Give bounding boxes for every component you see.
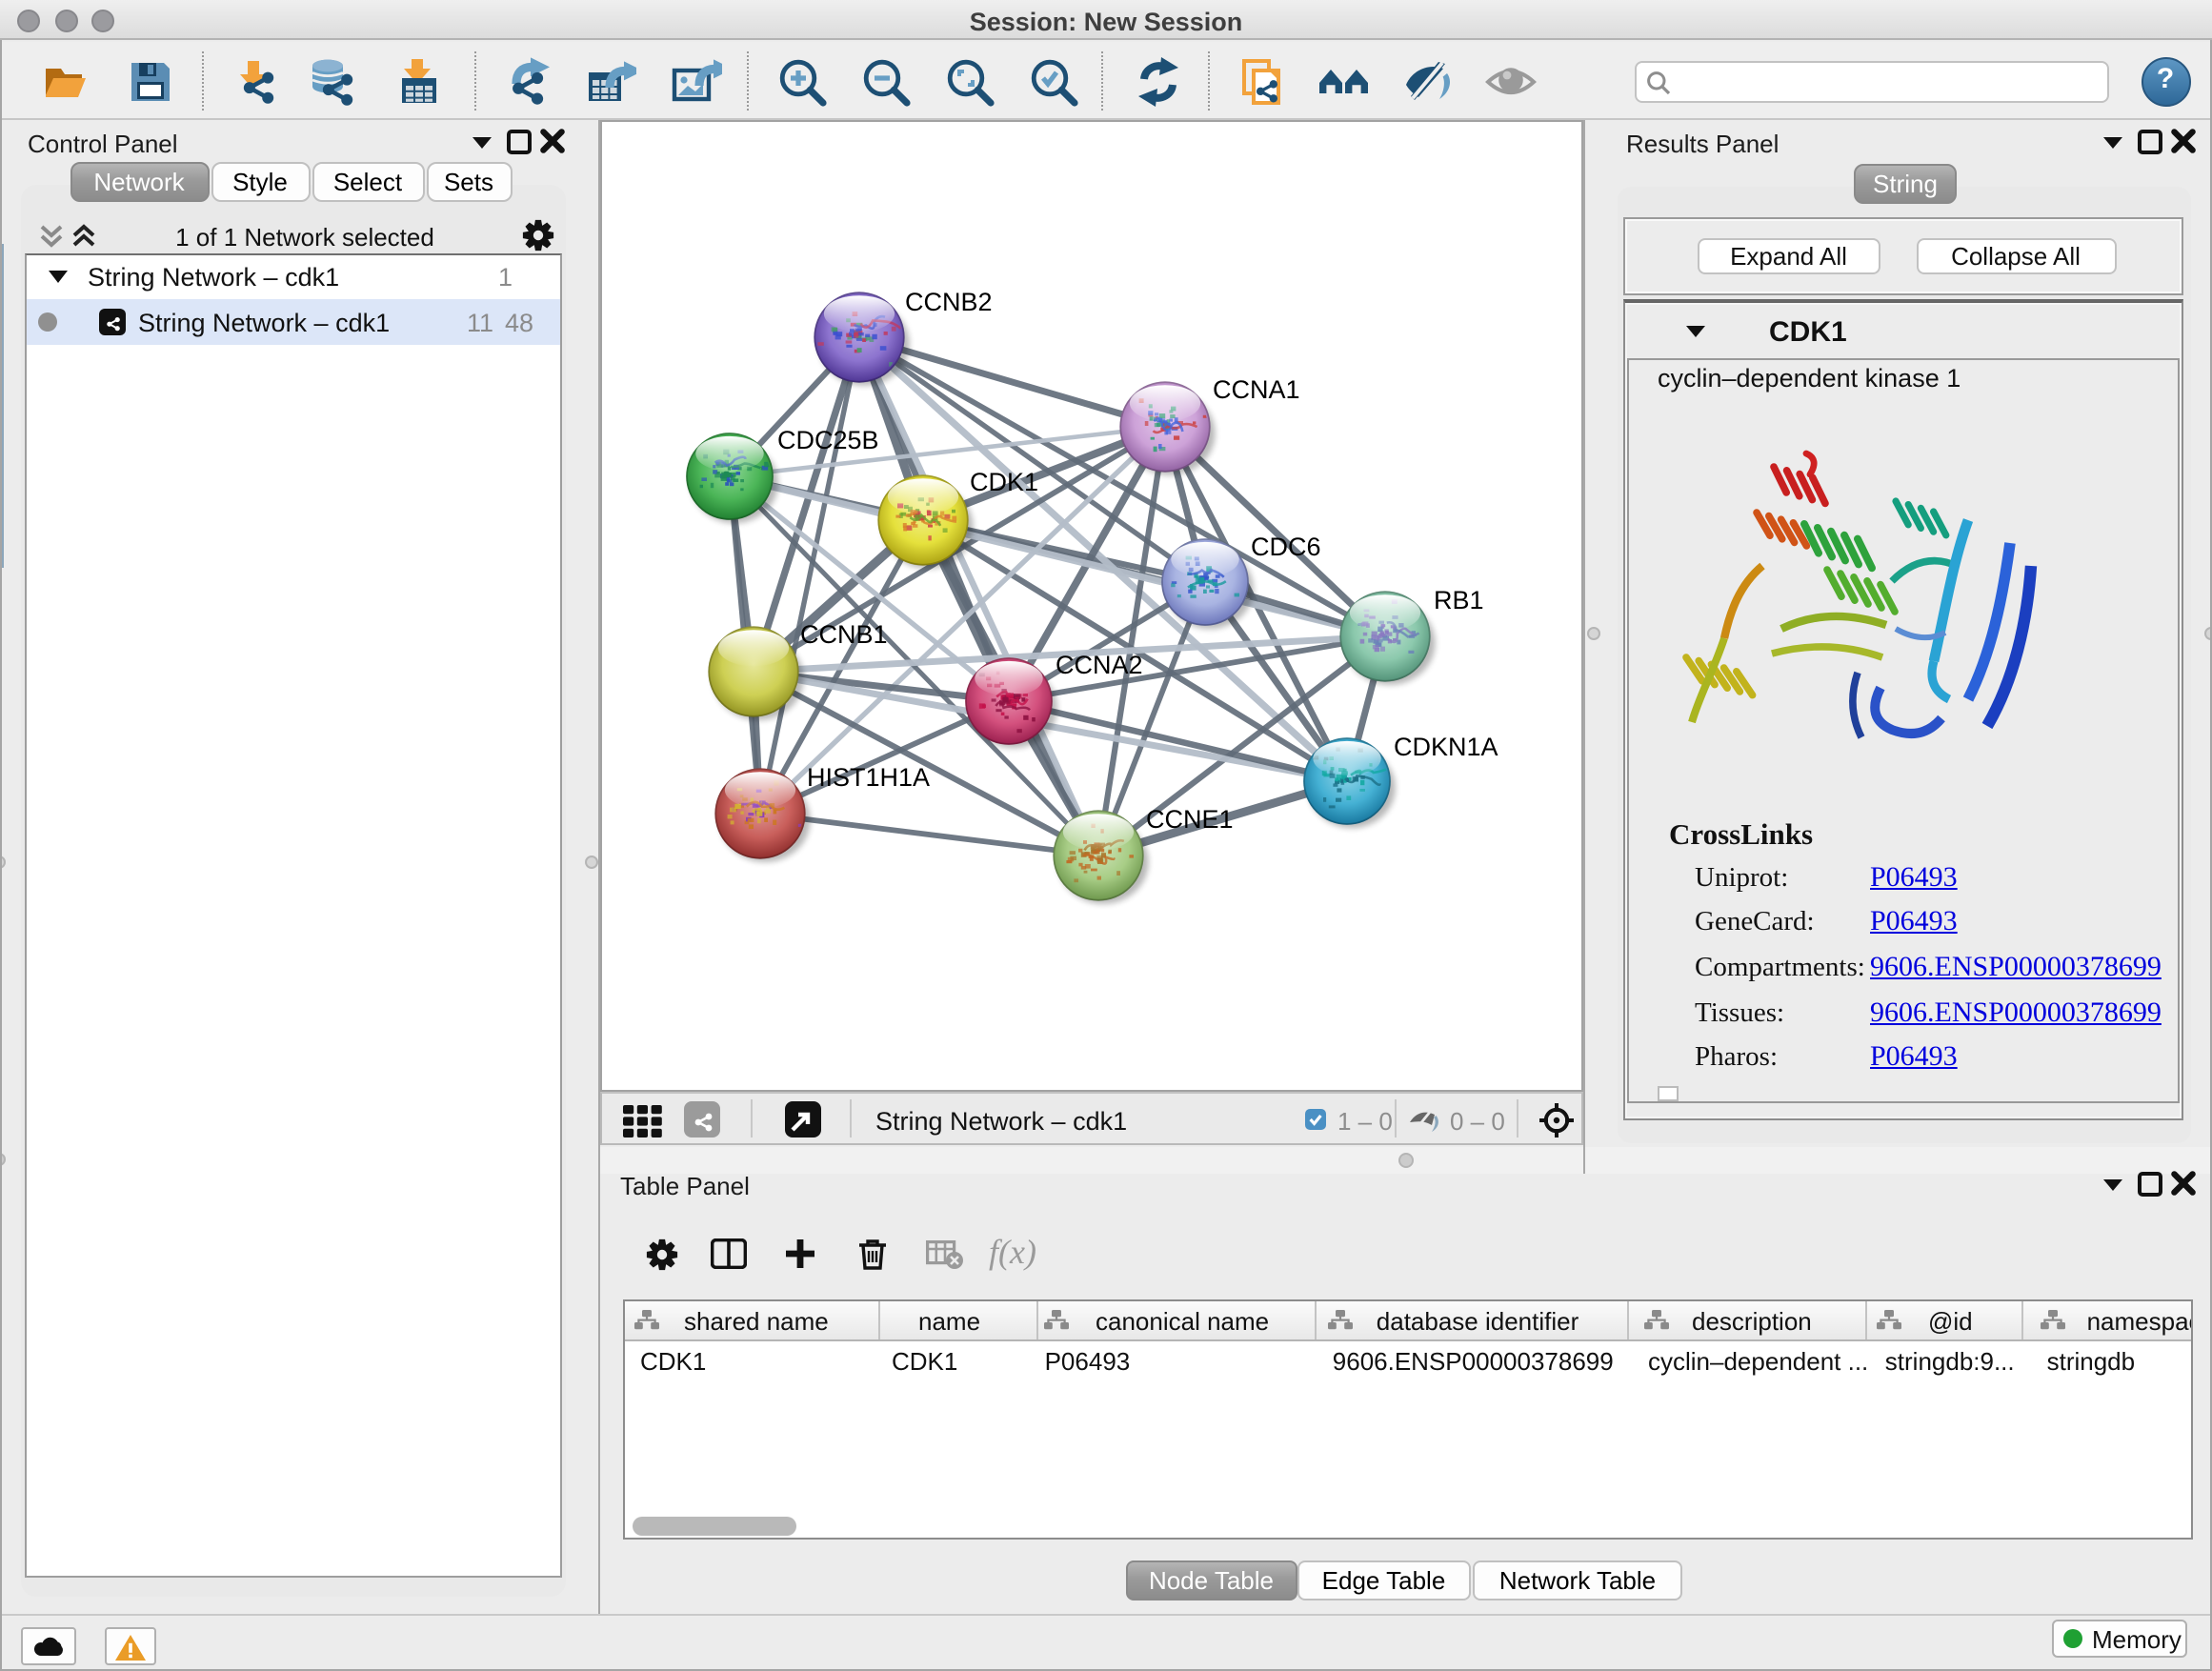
svg-text:CCNA1: CCNA1 [1213, 374, 1300, 403]
svg-text:CCNB1: CCNB1 [800, 619, 888, 648]
svg-text:CCNA2: CCNA2 [1056, 650, 1143, 678]
svg-text:CDC25B: CDC25B [777, 425, 879, 453]
svg-text:CDKN1A: CDKN1A [1394, 732, 1498, 760]
svg-text:CDC6: CDC6 [1251, 532, 1321, 560]
svg-text:CDK1: CDK1 [970, 467, 1038, 495]
svg-text:CCNB2: CCNB2 [905, 287, 993, 315]
svg-text:RB1: RB1 [1434, 585, 1484, 614]
svg-text:HIST1H1A: HIST1H1A [807, 762, 930, 791]
svg-text:CCNE1: CCNE1 [1146, 804, 1234, 833]
